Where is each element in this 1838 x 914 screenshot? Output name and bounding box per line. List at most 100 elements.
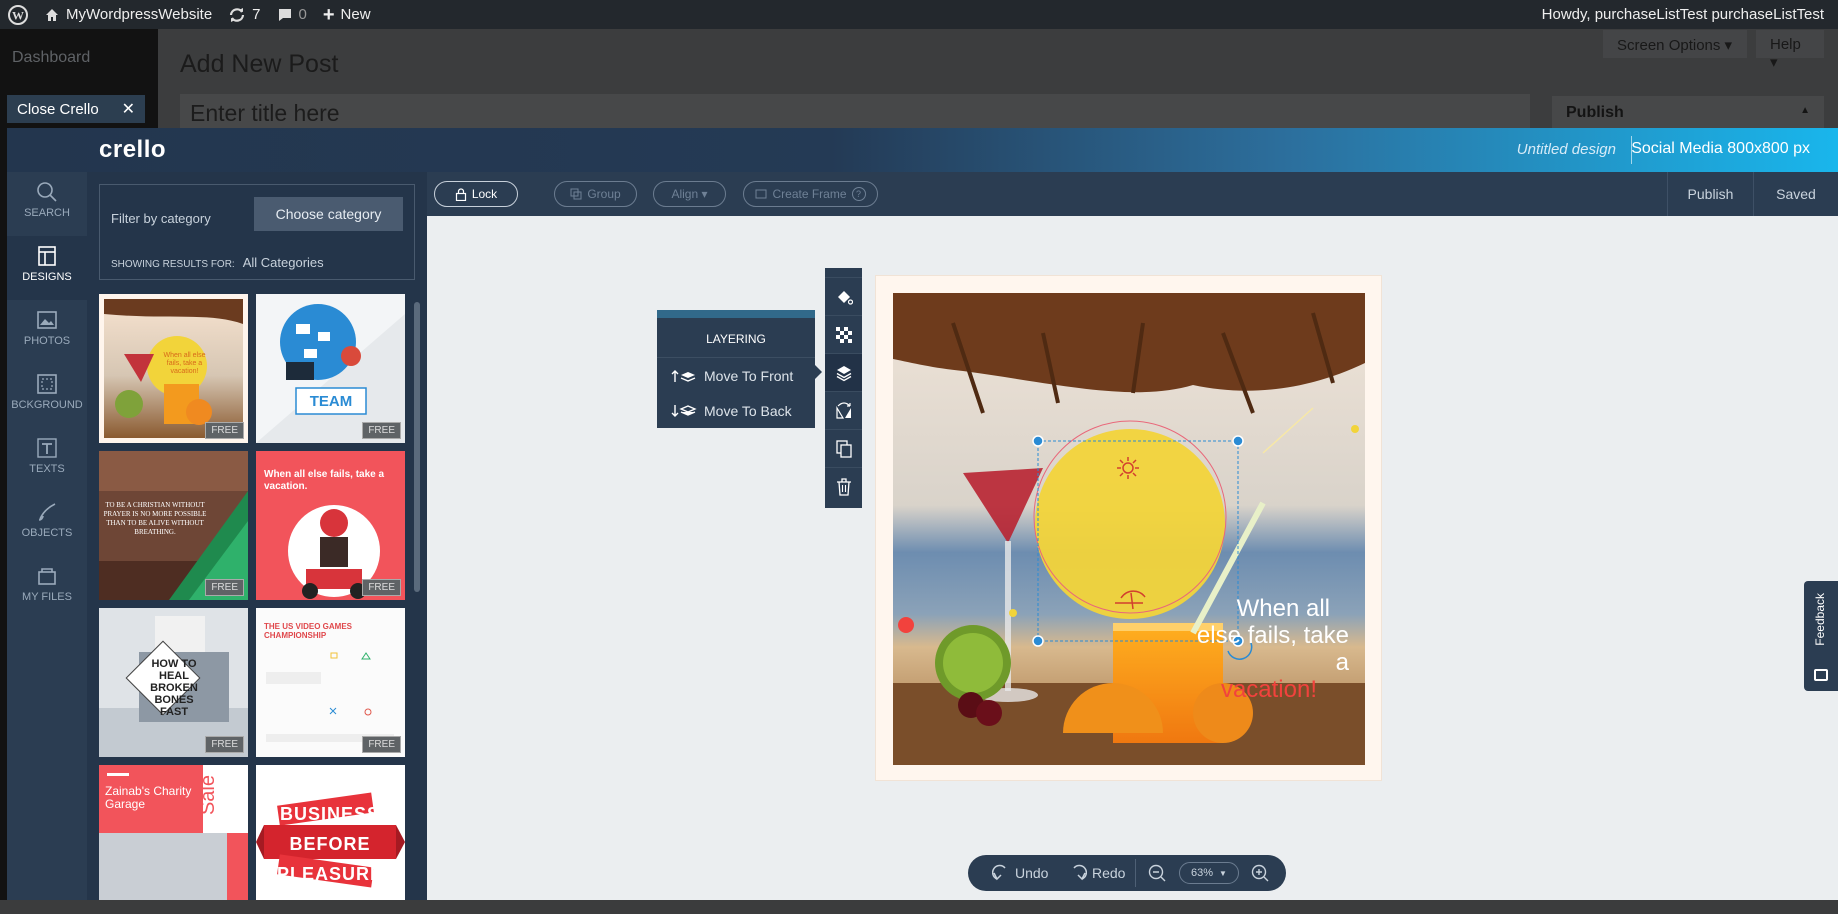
template-team-image [256,294,405,443]
free-badge: FREE [362,736,401,753]
zoom-select[interactable]: 63% ▼ [1179,862,1239,884]
move-to-back-button[interactable]: Move To Back [657,393,815,428]
user-greeting: Howdy, purchaseListTest purchaseListTest [1541,6,1824,23]
artboard[interactable]: When all else fails, take a vacation! [875,275,1382,781]
template-text-overlay: BUSINESS BEFORE PLEASURE [276,804,383,884]
template-side-text: Sale [197,775,219,816]
close-crello-button[interactable]: Close Crello ✕ [7,95,145,123]
design-canvas[interactable]: When all else fails, take a vacation! [893,293,1365,765]
delete-button[interactable] [825,468,862,506]
create-frame-button[interactable]: Create Frame ? [743,181,878,207]
panel-scrollbar[interactable] [414,302,420,592]
template-text-overlay: When all else fails, take a vacation! [163,352,206,375]
transparency-button[interactable] [825,316,862,354]
updates-icon [230,7,245,22]
left-navigation: SEARCH DESIGNS PHOTOS BCKGROUND TEXTS OB… [7,172,87,900]
template-thumbnail[interactable]: THE US VIDEO GAMES CHAMPIONSHIP FREE [256,608,405,757]
site-name-link[interactable]: MyWordpressWebsite [36,0,220,29]
svg-text:W: W [12,8,24,22]
group-label: Group [587,187,621,201]
create-frame-label: Create Frame [772,187,847,201]
move-to-back-icon [671,404,697,417]
undo-button[interactable]: Undo [992,864,1048,882]
nav-texts-label: TEXTS [29,463,65,475]
wp-admin-bar: W MyWordpressWebsite 7 0 + New Howdy, pu… [0,0,1838,29]
nav-photos[interactable]: PHOTOS [7,300,87,364]
delete-icon [836,478,851,496]
layers-icon [836,365,851,381]
design-name[interactable]: Untitled design [1517,141,1616,158]
template-thumbnail[interactable]: TEAM FREE [256,294,405,443]
photos-icon [37,311,57,329]
new-content-link[interactable]: + New [315,0,379,29]
undo-label: Undo [1015,865,1049,881]
fill-button[interactable] [825,278,862,316]
layering-title: LAYERING [657,318,815,358]
feedback-tab[interactable]: Feedback [1804,581,1838,691]
nav-objects[interactable]: OBJECTS [7,492,87,556]
choose-category-button[interactable]: Choose category [254,197,403,231]
template-thumbnail[interactable]: BUSINESS BEFORE PLEASURE [256,765,405,900]
history-zoom-bar: Undo Redo 63% ▼ [968,855,1286,891]
free-badge: FREE [205,579,244,596]
move-to-front-button[interactable]: Move To Front [657,358,815,393]
nav-designs[interactable]: DESIGNS [7,236,87,300]
nav-texts[interactable]: TEXTS [7,428,87,492]
redo-button[interactable]: Redo [1069,864,1125,882]
design-size[interactable]: Social Media 800x800 px [1631,140,1810,158]
template-thumbnail[interactable]: When all else fails, take a vacation! FR… [99,294,248,443]
background-icon [37,374,57,394]
zoom-out-icon [1148,864,1166,882]
lock-icon [455,187,466,201]
publish-box-header[interactable]: Publish ▲ [1552,96,1824,130]
comments-link[interactable]: 0 [269,0,315,29]
tools-header [825,268,862,278]
layers-button[interactable] [825,354,862,392]
site-name: MyWordpressWebsite [66,6,213,23]
showing-results-value: All Categories [242,255,324,270]
wp-logo-button[interactable]: W [0,0,36,29]
zoom-out-button[interactable] [1148,864,1166,885]
new-label: New [340,6,371,23]
align-button[interactable]: Align ▾ [653,181,726,207]
undo-icon [992,864,1006,881]
lock-button[interactable]: Lock [434,181,518,207]
duplicate-button[interactable] [825,430,862,468]
group-button[interactable]: Group [554,181,637,207]
publish-button[interactable]: Publish [1667,172,1753,216]
editor-toolbar: Lock Group Align ▾ Create Frame ? Publis… [427,172,1838,216]
lock-label: Lock [471,187,498,201]
showing-results-label: SHOWING RESULTS FOR: [111,259,235,270]
texts-icon [37,438,57,458]
free-badge: FREE [205,422,244,439]
free-badge: FREE [205,736,244,753]
canvas-headline[interactable]: When all else fails, take a vacation! [1183,595,1363,703]
template-text-overlay: TO BE A CHRISTIAN WITHOUT PRAYER IS NO M… [103,501,207,536]
close-crello-label: Close Crello [17,100,99,118]
nav-my-files[interactable]: MY FILES [7,556,87,620]
flip-button[interactable] [825,392,862,430]
nav-search[interactable]: SEARCH [7,172,87,236]
updates-link[interactable]: 7 [220,0,268,29]
crello-logo: crello [99,136,167,163]
dashboard-menu-item[interactable]: Dashboard [12,49,90,67]
post-title-input[interactable]: Enter title here [180,94,1530,128]
my-files-icon [38,568,56,585]
nav-search-label: SEARCH [24,207,70,219]
zoom-in-button[interactable] [1251,864,1269,885]
nav-background[interactable]: BCKGROUND [7,364,87,428]
move-to-back-label: Move To Back [704,402,792,419]
popup-arrow [815,365,822,379]
free-badge: FREE [362,579,401,596]
template-thumbnail[interactable]: TO BE A CHRISTIAN WITHOUT PRAYER IS NO M… [99,451,248,600]
user-greeting-link[interactable]: Howdy, purchaseListTest purchaseListTest [1534,0,1838,29]
template-thumbnail[interactable]: Zainab's Charity Garage Sale [99,765,248,900]
help-button[interactable]: Help ▾ [1756,30,1824,71]
template-thumbnail[interactable]: HOW TO HEAL BROKEN BONES FAST FREE [99,608,248,757]
screen-options-button[interactable]: Screen Options ▾ [1603,30,1747,58]
comment-icon [278,8,291,21]
template-text-overlay: TEAM [309,393,353,410]
template-thumbnail[interactable]: When all else fails, take a vacation. FR… [256,451,405,600]
nav-background-label: BCKGROUND [11,399,83,411]
element-tools [825,268,862,508]
